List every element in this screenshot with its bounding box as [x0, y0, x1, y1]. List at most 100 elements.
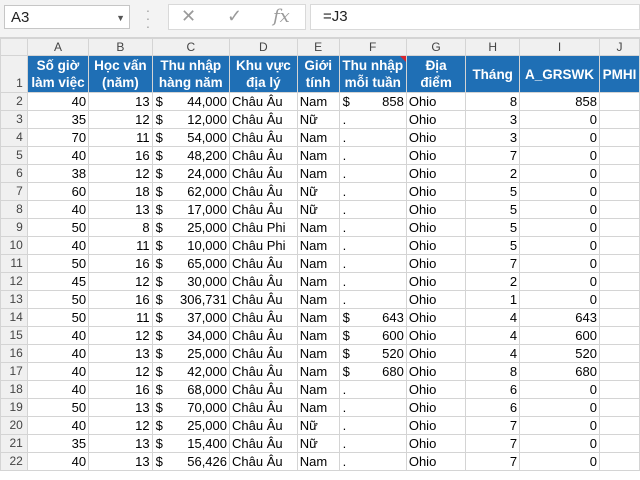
cell-location[interactable]: Ohio [405, 236, 467, 255]
cell-region[interactable]: Châu Âu [229, 128, 298, 147]
cell-pmhi[interactable] [598, 110, 640, 129]
cell-month[interactable]: 6 [465, 398, 521, 417]
cell-location[interactable]: Ohio [405, 128, 467, 147]
cell-sex[interactable]: Nữ [296, 416, 340, 435]
cell-location[interactable]: Ohio [405, 326, 467, 345]
cell-month[interactable]: 4 [465, 344, 521, 363]
cell-pmhi[interactable] [598, 434, 640, 453]
cell-location[interactable]: Ohio [405, 200, 467, 219]
cell-grswk[interactable]: 600 [519, 326, 600, 345]
cell-annual-income[interactable]: $70,000 [151, 398, 231, 417]
cell-education[interactable]: 13 [88, 452, 153, 471]
cell-pmhi[interactable] [598, 200, 640, 219]
cell-location[interactable]: Ohio [405, 164, 467, 183]
cell-location[interactable]: Ohio [405, 182, 467, 201]
cell-month[interactable]: 7 [465, 434, 521, 453]
cell-weekly-income[interactable]: . [338, 128, 407, 147]
cell-pmhi[interactable] [598, 254, 640, 273]
cell-month[interactable]: 8 [465, 362, 521, 381]
cell-annual-income[interactable]: $25,000 [151, 344, 231, 363]
cell-hours[interactable]: 38 [26, 164, 90, 183]
cell-location[interactable]: Ohio [405, 380, 467, 399]
row-header[interactable]: 21 [0, 434, 28, 453]
comment-marker-icon[interactable] [399, 56, 406, 62]
cell-region[interactable]: Châu Âu [229, 290, 298, 309]
row-header[interactable]: 14 [0, 308, 28, 327]
header-cell[interactable]: PMHI [598, 55, 640, 93]
cell-annual-income[interactable]: $42,000 [151, 362, 231, 381]
cell-education[interactable]: 13 [88, 92, 153, 111]
cell-annual-income[interactable]: $68,000 [151, 380, 231, 399]
header-cell[interactable]: Giới tính [296, 55, 340, 93]
cell-region[interactable]: Châu Âu [229, 200, 298, 219]
cell-location[interactable]: Ohio [405, 308, 467, 327]
cell-month[interactable]: 4 [465, 326, 521, 345]
cell-region[interactable]: Châu Phi [229, 236, 298, 255]
cell-education[interactable]: 8 [88, 218, 153, 237]
cell-grswk[interactable]: 858 [519, 92, 600, 111]
header-cell[interactable]: Địa điểm [405, 55, 467, 93]
cell-education[interactable]: 13 [88, 434, 153, 453]
cell-grswk[interactable]: 643 [519, 308, 600, 327]
cell-sex[interactable]: Nam [296, 380, 340, 399]
cell-hours[interactable]: 35 [26, 110, 90, 129]
cell-weekly-income[interactable]: . [338, 164, 407, 183]
cell-weekly-income[interactable]: . [338, 254, 407, 273]
cell-weekly-income[interactable]: . [338, 182, 407, 201]
cell-weekly-income[interactable]: . [338, 272, 407, 291]
cell-annual-income[interactable]: $17,000 [151, 200, 231, 219]
cell-region[interactable]: Châu Âu [229, 416, 298, 435]
cell-education[interactable]: 16 [88, 290, 153, 309]
cell-hours[interactable]: 45 [26, 272, 90, 291]
cell-region[interactable]: Châu Âu [229, 344, 298, 363]
cell-annual-income[interactable]: $62,000 [151, 182, 231, 201]
cell-grswk[interactable]: 0 [519, 380, 600, 399]
column-header[interactable]: G [405, 38, 467, 56]
cell-annual-income[interactable]: $10,000 [151, 236, 231, 255]
cell-annual-income[interactable]: $37,000 [151, 308, 231, 327]
cell-month[interactable]: 5 [465, 218, 521, 237]
cell-grswk[interactable]: 680 [519, 362, 600, 381]
cell-weekly-income[interactable]: . [338, 218, 407, 237]
row-header[interactable]: 15 [0, 326, 28, 345]
cell-grswk[interactable]: 0 [519, 218, 600, 237]
formula-input[interactable]: =J3 [310, 4, 640, 30]
cell-pmhi[interactable] [598, 182, 640, 201]
cell-annual-income[interactable]: $54,000 [151, 128, 231, 147]
cell-region[interactable]: Châu Âu [229, 434, 298, 453]
cell-sex[interactable]: Nam [296, 326, 340, 345]
cell-sex[interactable]: Nam [296, 308, 340, 327]
cell-sex[interactable]: Nam [296, 128, 340, 147]
cell-region[interactable]: Châu Phi [229, 218, 298, 237]
cell-education[interactable]: 18 [88, 182, 153, 201]
cell-hours[interactable]: 50 [26, 254, 90, 273]
cell-month[interactable]: 5 [465, 200, 521, 219]
row-header[interactable]: 5 [0, 146, 28, 165]
cell-sex[interactable]: Nam [296, 398, 340, 417]
cell-weekly-income[interactable]: . [338, 398, 407, 417]
cell-location[interactable]: Ohio [405, 362, 467, 381]
cell-location[interactable]: Ohio [405, 146, 467, 165]
cell-hours[interactable]: 35 [26, 434, 90, 453]
cell-hours[interactable]: 60 [26, 182, 90, 201]
cell-region[interactable]: Châu Âu [229, 254, 298, 273]
row-header[interactable]: 18 [0, 380, 28, 399]
cell-annual-income[interactable]: $48,200 [151, 146, 231, 165]
cell-region[interactable]: Châu Âu [229, 182, 298, 201]
column-header[interactable]: A [26, 38, 90, 56]
cell-region[interactable]: Châu Âu [229, 110, 298, 129]
cell-weekly-income[interactable]: . [338, 452, 407, 471]
row-header[interactable]: 19 [0, 398, 28, 417]
header-cell[interactable]: Số giờ làm việc [26, 55, 90, 93]
row-header[interactable]: 1 [0, 55, 28, 93]
cell-location[interactable]: Ohio [405, 416, 467, 435]
cell-hours[interactable]: 40 [26, 236, 90, 255]
header-cell[interactable]: Tháng [465, 55, 521, 93]
cell-hours[interactable]: 50 [26, 290, 90, 309]
cell-pmhi[interactable] [598, 308, 640, 327]
cell-weekly-income[interactable]: $680 [338, 362, 407, 381]
header-cell[interactable]: A_GRSWK [519, 55, 600, 93]
cell-hours[interactable]: 40 [26, 200, 90, 219]
chevron-down-icon[interactable]: ▼ [116, 6, 125, 30]
cell-weekly-income[interactable]: . [338, 146, 407, 165]
